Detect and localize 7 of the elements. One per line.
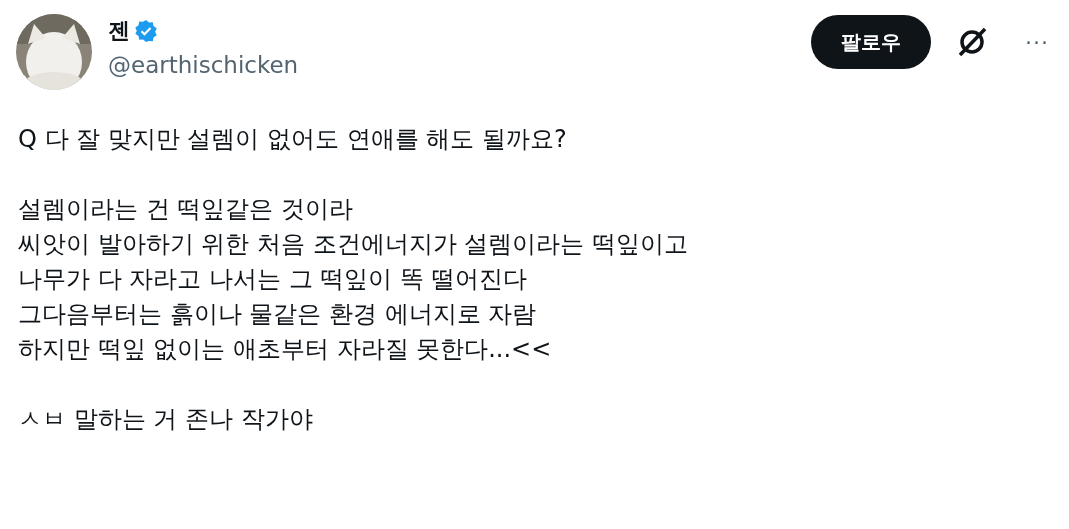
tweet-paragraph: ㅅㅂ 말하는 거 존나 작가야: [18, 404, 314, 435]
author-handle[interactable]: @earthischicken: [108, 52, 299, 80]
follow-button[interactable]: 팔로우: [811, 15, 931, 69]
author-name[interactable]: 젠: [108, 18, 130, 45]
tweet-paragraph: Q 다 잘 맞지만 설렘이 없어도 연애를 해도 될까요?: [18, 124, 568, 155]
more-button[interactable]: ···: [1021, 25, 1053, 59]
tweet-paragraph: 설렘이라는 건 떡잎같은 것이라 씨앗이 발아하기 위한 처음 조건에너지가 설렘이라는 떡잎이고 나무가 다 자라고 나서는 그 떡잎이 똑 떨어진다 그다음부터는 흙이나 물같은 환경 에너지로 자람 하지만 떡잎 없이는 애초부터 자라질 못한다...<<: [18, 194, 689, 365]
